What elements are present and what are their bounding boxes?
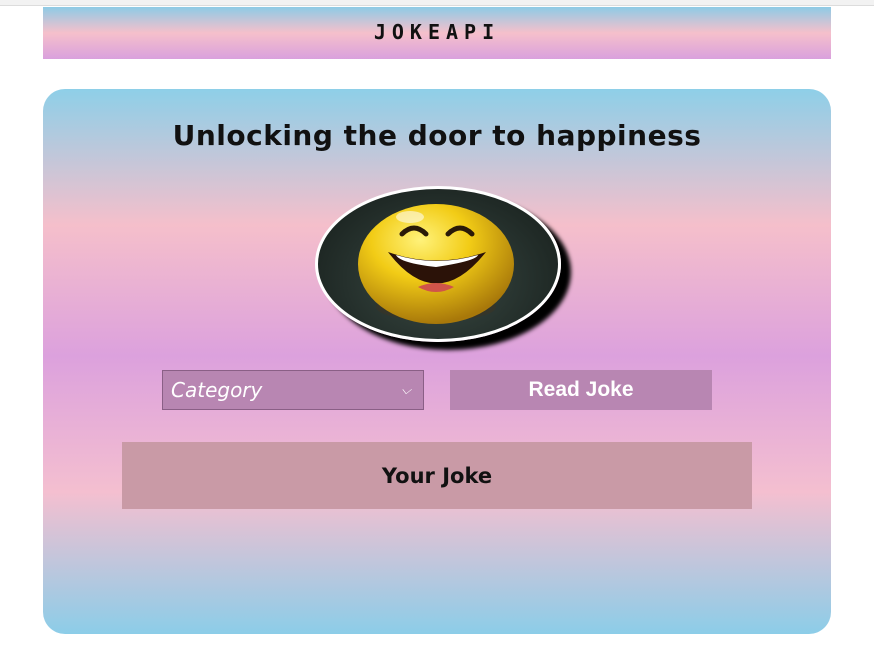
card-heading: Unlocking the door to happiness [172, 119, 702, 152]
site-title: JOKEAPI [373, 20, 501, 44]
joke-text: Your Joke [381, 463, 493, 488]
category-select-value: Category [171, 378, 263, 402]
header-bar: JOKEAPI [43, 7, 831, 59]
read-joke-button[interactable]: Read Joke [450, 370, 712, 410]
joke-output-box: Your Joke [122, 442, 752, 509]
category-select[interactable]: Category ⌵ [162, 370, 424, 410]
joke-card: Unlocking the door to happiness Category… [43, 89, 831, 634]
browser-top-edge [0, 0, 874, 6]
laughing-smiley-face-icon [315, 186, 561, 342]
chevron-down-icon: ⌵ [401, 382, 411, 398]
